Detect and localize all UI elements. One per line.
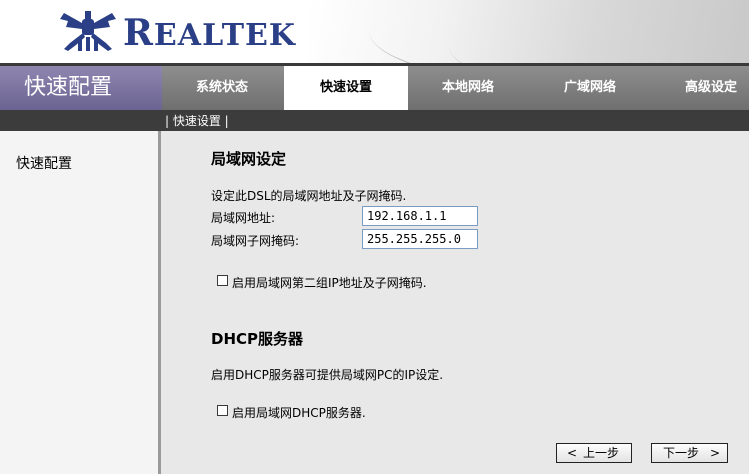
dhcp-enable-checkbox[interactable] [217, 405, 228, 416]
dhcp-description: 启用DHCP服务器可提供局域网PC的IP设定. [211, 368, 444, 382]
lan-settings-heading: 局域网设定 [211, 150, 287, 168]
header-banner: REALTEK [0, 0, 749, 63]
lan-subnet-mask-input[interactable] [362, 229, 478, 249]
next-step-label: 下一步 [663, 446, 700, 460]
realtek-crab-logo-icon [60, 11, 116, 51]
main-content: 局域网设定 设定此DSL的局域网地址及子网掩码. 局域网地址: 局域网子网掩码:… [161, 131, 749, 474]
second-ip-label: 启用局域网第二组IP地址及子网掩码. [232, 276, 427, 290]
page-title: 快速配置 [0, 66, 162, 110]
subnav-quick-setup-link[interactable]: | 快速设置 | [165, 112, 229, 129]
tab-advanced-settings[interactable]: 高级设定 [650, 66, 749, 110]
tab-wan-network[interactable]: 广域网络 [528, 66, 652, 110]
brand-first-letter: R [123, 12, 154, 54]
tab-system-status[interactable]: 系统状态 [160, 66, 284, 110]
previous-step-label: 上一步 [583, 446, 620, 460]
tab-quick-setup[interactable]: 快速设置 [284, 66, 408, 110]
lan-subnet-mask-label: 局域网子网掩码: [211, 234, 300, 248]
sidebar-item-quick-config[interactable]: 快速配置 [16, 153, 72, 173]
previous-step-button[interactable]: < 上一步 [556, 443, 632, 463]
second-ip-checkbox[interactable] [217, 275, 228, 286]
brand-rest: EALTEK [153, 18, 296, 53]
header-swoosh-decoration [309, 0, 749, 63]
dhcp-server-heading: DHCP服务器 [211, 330, 304, 348]
lan-description: 设定此DSL的局域网地址及子网掩码. [211, 189, 407, 203]
brand-wordmark: REALTEK [123, 12, 296, 54]
lan-ip-label: 局域网地址: [211, 211, 276, 225]
sub-navigation-bar: | 快速设置 | [0, 110, 749, 131]
dhcp-enable-label: 启用局域网DHCP服务器. [232, 406, 366, 420]
sidebar: 快速配置 [0, 131, 158, 474]
chevron-right-icon: > [710, 446, 721, 460]
chevron-left-icon: < [567, 446, 578, 460]
lan-ip-input[interactable] [362, 206, 478, 226]
tab-local-network[interactable]: 本地网络 [406, 66, 530, 110]
next-step-button[interactable]: 下一步 > [651, 443, 728, 463]
